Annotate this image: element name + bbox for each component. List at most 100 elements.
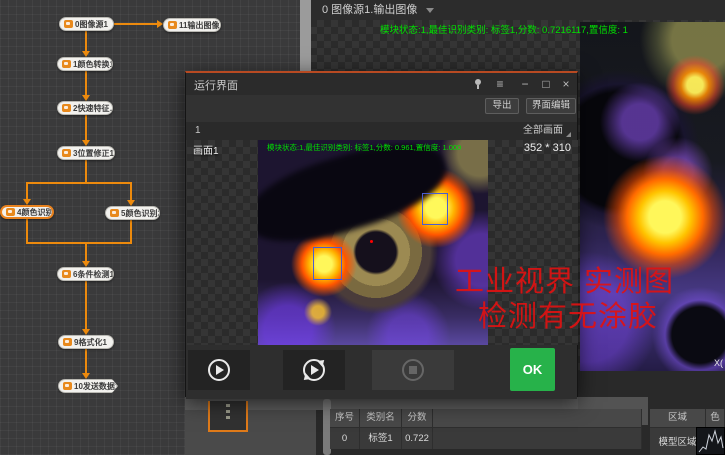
flow-node-color-detect-2[interactable]: 5颜色识别2	[105, 206, 160, 220]
node-icon	[63, 382, 72, 390]
run-continuous-button[interactable]	[283, 350, 345, 390]
detection-status-text: 模块状态:1,最佳识别类别: 标签1,分数: 0.7216117,置信度: 1	[380, 22, 628, 36]
flow-node-fast-feature[interactable]: 2快速特征…	[57, 101, 113, 115]
export-button[interactable]: 导出	[485, 98, 519, 114]
flow-connector	[85, 242, 87, 261]
panel-splitter[interactable]	[300, 0, 311, 72]
flow-node-image-source[interactable]: 0图像源1	[59, 17, 114, 31]
flow-node-condition-check[interactable]: 6条件检测1	[57, 267, 114, 281]
play-icon	[208, 359, 230, 381]
node-icon	[63, 338, 72, 346]
node-label: 11输出图像1	[179, 20, 221, 31]
flow-connector	[27, 182, 132, 184]
app-window: 0图像源1 11输出图像1 1颜色转换1 2快速特征… 3位置修正1 4颜色识别…	[0, 0, 725, 455]
flow-node-position-fix[interactable]: 3位置修正1	[57, 146, 115, 160]
arrowhead-icon	[82, 373, 90, 379]
node-label: 0图像源1	[75, 19, 108, 30]
view-header: 1 全部画面	[186, 122, 577, 140]
popup-toolbar: 导出 界面编辑	[186, 95, 577, 122]
flow-connector	[26, 219, 28, 243]
frame-photo	[258, 140, 488, 345]
flow-connector	[85, 31, 87, 52]
cursor-coords-fragment: X(	[714, 358, 723, 368]
hue-histogram-thumbnail[interactable]	[696, 427, 725, 455]
close-icon[interactable]: ×	[558, 76, 574, 92]
menu-icon[interactable]: ≡	[492, 76, 508, 92]
stop-button	[372, 350, 454, 390]
frame-resolution: 352 * 310	[524, 142, 571, 154]
playback-controls: OK	[186, 345, 577, 399]
background-panel	[185, 410, 316, 455]
cell-index: 0	[330, 427, 360, 449]
pin-icon[interactable]	[473, 79, 483, 89]
node-label: 2快速特征…	[73, 103, 113, 114]
node-icon	[6, 208, 15, 216]
center-marker	[370, 240, 373, 243]
run-once-button[interactable]	[188, 350, 250, 390]
node-label: 4颜色识别1	[17, 207, 54, 218]
region-table-header: 区域 色相	[650, 409, 725, 427]
result-table-header: 序号 类别名 分数	[330, 409, 642, 427]
minimize-icon[interactable]: −	[517, 76, 533, 92]
node-icon	[64, 20, 73, 28]
flow-connector	[85, 348, 87, 373]
cell-class: 标签1	[360, 427, 402, 449]
node-label: 9格式化1	[74, 337, 107, 348]
flow-node-output-image[interactable]: 11输出图像1	[163, 18, 221, 32]
col-region: 区域	[650, 409, 706, 427]
flow-node-color-convert[interactable]: 1颜色转换1	[57, 57, 113, 71]
node-label: 10发送数据1	[74, 381, 118, 392]
col-score: 分数	[402, 409, 433, 427]
frame-status-text: 模块状态:1,最佳识别类别: 标签1,分数: 0.961,置信度: 1.000	[267, 142, 461, 153]
popup-titlebar[interactable]: 运行界面 ≡ − □ ×	[186, 73, 577, 95]
col-class: 类别名	[360, 409, 402, 427]
flow-connector	[85, 159, 87, 183]
run-interface-window: 运行界面 ≡ − □ × 导出 界面编辑 1 全部画面 画面1 模块状态:1,最…	[185, 71, 578, 397]
ok-button[interactable]: OK	[510, 348, 555, 391]
node-label: 1颜色转换1	[73, 59, 113, 70]
node-icon	[168, 21, 177, 29]
col-hue: 色相	[706, 409, 725, 427]
cell-empty	[433, 427, 642, 449]
node-icon	[62, 149, 71, 157]
flow-connector	[85, 71, 87, 96]
image-panel-header[interactable]: 0 图像源1.输出图像	[310, 0, 725, 20]
detection-rect	[313, 247, 342, 280]
image-panel-title: 0 图像源1.输出图像	[322, 4, 417, 16]
col-index: 序号	[330, 409, 360, 427]
node-icon	[110, 209, 119, 217]
popup-title: 运行界面	[194, 77, 238, 93]
col-empty	[433, 409, 642, 427]
node-icon	[62, 104, 71, 112]
stop-icon	[402, 359, 424, 381]
flow-node-color-detect-1[interactable]: 4颜色识别1	[0, 205, 54, 219]
flow-connector	[130, 182, 132, 200]
node-label: 6条件检测1	[73, 269, 114, 280]
node-icon	[62, 270, 71, 278]
dropdown-caret-icon[interactable]	[426, 8, 434, 13]
node-icon	[62, 60, 71, 68]
flow-node-send-data[interactable]: 10发送数据1	[58, 379, 118, 393]
cell-score: 0.722	[402, 427, 433, 449]
detection-rect	[422, 193, 448, 225]
view-index-label: 1	[195, 122, 201, 140]
frame-label: 画面1	[193, 142, 219, 157]
loop-play-icon	[303, 359, 325, 381]
result-table: 序号 类别名 分数 0 标签1 0.722	[330, 409, 642, 449]
watermark-line2: 检测有无涂胶	[478, 293, 658, 335]
table-row[interactable]: 0 标签1 0.722	[330, 427, 642, 449]
flow-node-format[interactable]: 9格式化1	[58, 335, 114, 349]
corner-caret-icon	[566, 132, 571, 137]
node-label: 3位置修正1	[73, 148, 114, 159]
flow-connector	[26, 242, 132, 244]
flow-connector	[85, 114, 87, 140]
flow-connector	[130, 219, 132, 243]
flow-connector	[85, 280, 87, 329]
interface-edit-button[interactable]: 界面编辑	[526, 98, 576, 114]
view-selector[interactable]: 全部画面	[523, 122, 563, 140]
node-label: 5颜色识别2	[121, 208, 160, 219]
maximize-icon[interactable]: □	[538, 76, 554, 92]
flow-connector	[26, 182, 28, 199]
background-selected-module[interactable]	[208, 401, 248, 432]
flow-connector	[113, 23, 157, 25]
